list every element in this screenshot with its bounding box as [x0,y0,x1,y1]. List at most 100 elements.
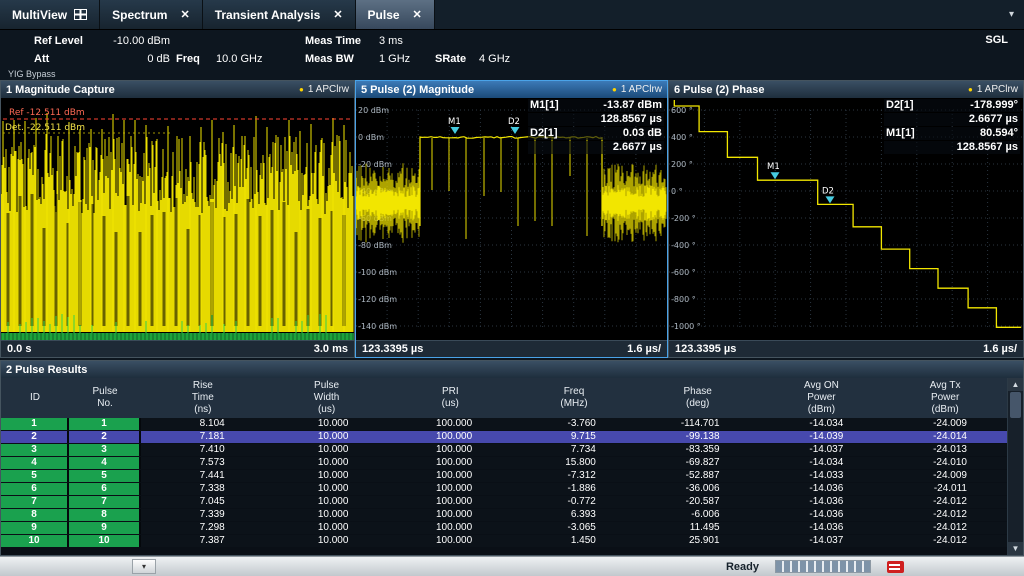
window-magnitude-capture[interactable]: 1 Magnitude Capture ● 1 APClrw Ref -12.5… [0,80,355,358]
magnitude-capture-plot[interactable]: Ref -12.511 dBm Det. -22.511 dBm [1,98,354,340]
id-cell: 6 [1,483,69,495]
tab-overflow-caret-icon[interactable]: ▾ [999,0,1024,29]
id-cell: 9 [1,522,69,534]
table-row[interactable]: 557.44110.000100.000-7.312-52.887-14.033… [1,470,1007,482]
id-cell: 3 [1,444,69,456]
tab-multiview[interactable]: MultiView [0,0,100,29]
freq-value: 10.0 GHz [216,53,274,65]
tab-label: Transient Analysis [215,8,321,22]
marker-readout-row: 2.6677 µs [884,113,1020,126]
tab-label: Pulse [368,8,400,22]
srate-label: SRate [435,53,477,65]
value-cell: 10.000 [265,457,389,469]
svg-text:Det. -22.511 dBm: Det. -22.511 dBm [5,123,85,133]
window-header[interactable]: 1 Magnitude Capture ● 1 APClrw [1,81,354,98]
pulse-no-cell: 5 [69,470,141,482]
x-axis-bar: 123.3395 µs 1.6 µs/ [669,340,1023,357]
axis-scale-label: 1.6 µs/ [983,343,1017,355]
window-header[interactable]: 6 Pulse (2) Phase ● 1 APClrw [669,81,1023,98]
table-row[interactable]: 227.18110.000100.0009.715-99.138-14.039-… [1,431,1007,443]
table-body: 118.10410.000100.000-3.760-114.701-14.03… [1,418,1023,547]
table-row[interactable]: 777.04510.000100.000-0.772-20.587-14.036… [1,496,1007,508]
table-row[interactable]: 667.33810.000100.000-1.886-36.006-14.036… [1,483,1007,495]
value-cell: 7.339 [141,509,265,521]
trace-badge-label: 1 APClrw [308,84,349,95]
window-pulse-magnitude[interactable]: 5 Pulse (2) Magnitude ● 1 APClrw 20 dBm0… [355,80,668,358]
value-cell: -14.036 [760,496,884,508]
trace-badge: ● 1 APClrw [299,84,349,95]
table-row[interactable]: 997.29810.000100.000-3.06511.495-14.036-… [1,522,1007,534]
tab-transient-analysis[interactable]: Transient Analysis ✕ [203,0,356,29]
sweep-progress-indicator [775,560,871,573]
value-cell: -14.037 [760,535,884,547]
value-cell: -14.039 [760,431,884,443]
single-sweep-badge: SGL [985,34,1008,46]
tab-close-pulse-icon[interactable]: ✕ [413,8,422,21]
pulse-no-cell: 3 [69,444,141,456]
pulse-no-cell: 2 [69,431,141,443]
marker-readout-row: D2[1]-178.999° [884,99,1020,112]
value-cell: -0.772 [512,496,636,508]
value-cell: 100.000 [388,444,512,456]
scroll-down-icon[interactable]: ▼ [1008,542,1023,555]
table-scrollbar[interactable]: ▲ ▼ [1007,378,1023,555]
table-row[interactable]: 337.41010.000100.0007.734-83.359-14.037-… [1,444,1007,456]
settings-bar[interactable]: Ref Level -10.00 dBm Meas Time 3 ms SGL … [0,30,1024,80]
tab-close-transient-analysis-icon[interactable]: ✕ [333,8,342,21]
svg-text:Ref -12.511 dBm: Ref -12.511 dBm [9,108,85,118]
ref-level-value: -10.00 dBm [94,35,170,47]
marker-name: D2[1] [886,99,924,112]
window-pulse-results[interactable]: 2 Pulse Results IDPulse No.Rise Time (ns… [0,360,1024,556]
tab-pulse[interactable]: Pulse ✕ [356,0,435,29]
value-cell: -24.011 [883,483,1007,495]
id-cell: 7 [1,496,69,508]
value-cell: 100.000 [388,431,512,443]
value-cell: 10.000 [265,444,389,456]
axis-scale-label: 1.6 µs/ [627,343,661,355]
column-header: Phase (deg) [636,386,760,410]
value-cell: 10.000 [265,509,389,521]
svg-text:-20 dBm: -20 dBm [358,160,392,169]
tab-spectrum[interactable]: Spectrum✕ [100,0,203,29]
pulse-no-cell: 8 [69,509,141,521]
marker-value: 2.6677 µs [580,141,662,154]
statusbar-dropdown-icon[interactable]: ▾ [132,559,156,574]
scroll-thumb[interactable] [1010,392,1021,418]
marker-readout-row: 128.8567 µs [528,113,664,126]
marker-value: 0.03 dB [580,127,662,140]
window-header[interactable]: 5 Pulse (2) Magnitude ● 1 APClrw [356,81,667,98]
window-pulse-phase[interactable]: 6 Pulse (2) Phase ● 1 APClrw 600 °400 °2… [668,80,1024,358]
value-cell: -99.138 [636,431,760,443]
axis-end-label: 3.0 ms [314,343,348,355]
value-cell: 8.104 [141,418,265,430]
table-row[interactable]: 887.33910.000100.0006.393-6.006-14.036-2… [1,509,1007,521]
svg-text:-100 dBm: -100 dBm [358,268,397,277]
pulse-no-cell: 10 [69,535,141,547]
axis-start-label: 123.3395 µs [362,343,423,355]
svg-text:400 °: 400 ° [671,133,693,142]
svg-text:-200 °: -200 ° [671,214,696,223]
table-header-row: IDPulse No.Rise Time (ns)Pulse Width (us… [1,378,1007,418]
value-cell: 10.000 [265,483,389,495]
marker-value: 2.6677 µs [936,113,1018,126]
column-header: Rise Time (ns) [141,380,265,416]
value-cell: 11.495 [636,522,760,534]
results-table[interactable]: IDPulse No.Rise Time (ns)Pulse Width (us… [1,378,1023,555]
window-header[interactable]: 2 Pulse Results [1,361,1023,378]
table-row[interactable]: 118.10410.000100.000-3.760-114.701-14.03… [1,418,1007,430]
scroll-up-icon[interactable]: ▲ [1008,378,1023,391]
tab-close-spectrum-icon[interactable]: ✕ [180,8,189,21]
table-row[interactable]: 10107.38710.000100.0001.45025.901-14.037… [1,535,1007,547]
value-cell: -1.886 [512,483,636,495]
svg-text:-140 dBm: -140 dBm [358,322,397,331]
marker-readout: D2[1]-178.999°2.6677 µsM1[1]80.594°128.8… [884,99,1020,155]
window-title: 6 Pulse (2) Phase [674,84,765,96]
column-header: Pulse No. [69,386,141,410]
value-cell: 10.000 [265,431,389,443]
column-header: Avg ON Power (dBm) [760,380,884,416]
table-row[interactable]: 447.57310.000100.00015.800-69.827-14.034… [1,457,1007,469]
value-cell: 7.045 [141,496,265,508]
pulse-no-cell: 1 [69,418,141,430]
value-cell: 15.800 [512,457,636,469]
freq-label: Freq [176,53,212,65]
